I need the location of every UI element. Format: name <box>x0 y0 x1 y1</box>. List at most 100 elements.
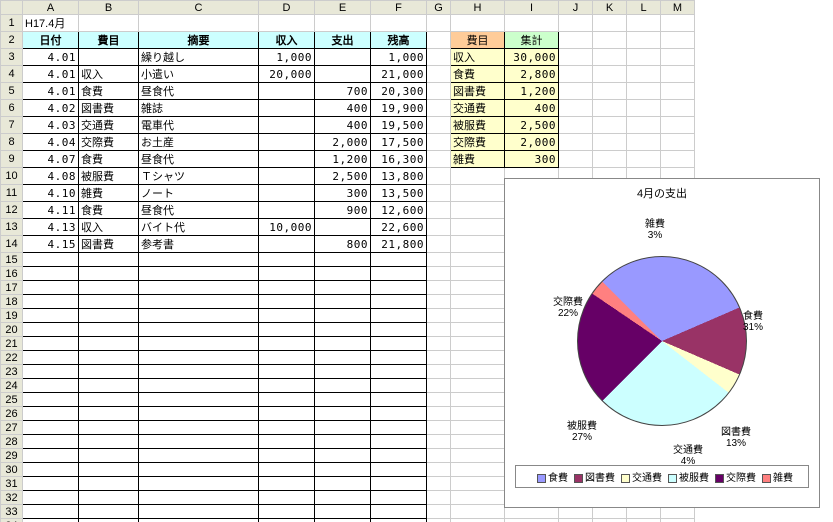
cell[interactable] <box>427 236 451 253</box>
cell[interactable] <box>505 15 559 32</box>
cell[interactable] <box>427 49 451 66</box>
cell-category[interactable]: 食費 <box>79 202 139 219</box>
cell-category[interactable]: 食費 <box>79 83 139 100</box>
cell-income[interactable] <box>259 202 315 219</box>
cell[interactable] <box>451 393 505 407</box>
cell-balance[interactable]: 19,900 <box>371 100 427 117</box>
row-header[interactable]: 20 <box>1 323 23 337</box>
cell[interactable] <box>79 337 139 351</box>
cell[interactable] <box>427 295 451 309</box>
cell[interactable] <box>23 295 79 309</box>
hdr-balance[interactable]: 残高 <box>371 32 427 49</box>
cell-date[interactable]: 4.01 <box>23 49 79 66</box>
cell-balance[interactable]: 1,000 <box>371 49 427 66</box>
cell[interactable] <box>315 463 371 477</box>
cell-category[interactable]: 収入 <box>79 66 139 83</box>
sum-cat[interactable]: 被服費 <box>451 117 505 134</box>
cell[interactable] <box>371 393 427 407</box>
cell[interactable] <box>79 449 139 463</box>
cell[interactable] <box>259 309 315 323</box>
cell-expense[interactable]: 2,000 <box>315 134 371 151</box>
cell[interactable] <box>451 477 505 491</box>
cell[interactable] <box>371 379 427 393</box>
cell[interactable] <box>371 351 427 365</box>
col-header[interactable]: K <box>593 1 627 15</box>
cell[interactable] <box>627 100 661 117</box>
cell[interactable] <box>593 66 627 83</box>
cell[interactable] <box>139 15 259 32</box>
cell[interactable] <box>371 449 427 463</box>
col-header[interactable]: I <box>505 1 559 15</box>
cell[interactable] <box>451 519 505 522</box>
cell[interactable] <box>427 449 451 463</box>
cell[interactable] <box>451 491 505 505</box>
cell[interactable] <box>427 151 451 168</box>
sum-cat[interactable]: 交通費 <box>451 100 505 117</box>
cell[interactable] <box>23 435 79 449</box>
cell[interactable] <box>451 219 505 236</box>
cell[interactable] <box>259 449 315 463</box>
cell[interactable] <box>139 323 259 337</box>
cell[interactable] <box>451 351 505 365</box>
cell[interactable] <box>427 407 451 421</box>
cell[interactable] <box>139 477 259 491</box>
cell-desc[interactable]: お土産 <box>139 134 259 151</box>
title-cell[interactable]: H17.4月 <box>23 15 79 32</box>
cell[interactable] <box>23 449 79 463</box>
cell-income[interactable]: 1,000 <box>259 49 315 66</box>
expense-pie-chart[interactable]: 4月の支出 食費31%図書費13%交通費4%被服費27%交際費22%雑費3% 食… <box>504 178 820 508</box>
cell-income[interactable] <box>259 236 315 253</box>
cell[interactable] <box>315 351 371 365</box>
cell[interactable] <box>427 168 451 185</box>
cell[interactable] <box>79 281 139 295</box>
cell[interactable] <box>23 491 79 505</box>
cell-balance[interactable]: 13,800 <box>371 168 427 185</box>
cell[interactable] <box>427 365 451 379</box>
cell-balance[interactable]: 12,600 <box>371 202 427 219</box>
cell[interactable] <box>371 477 427 491</box>
cell[interactable] <box>427 281 451 295</box>
cell[interactable] <box>559 66 593 83</box>
cell-date[interactable]: 4.08 <box>23 168 79 185</box>
cell[interactable] <box>23 253 79 267</box>
col-header[interactable]: J <box>559 1 593 15</box>
cell[interactable] <box>23 379 79 393</box>
cell-balance[interactable]: 17,500 <box>371 134 427 151</box>
row-header[interactable]: 11 <box>1 185 23 202</box>
row-header[interactable]: 33 <box>1 505 23 519</box>
cell[interactable] <box>593 117 627 134</box>
row-header[interactable]: 31 <box>1 477 23 491</box>
sum-cat[interactable]: 図書費 <box>451 83 505 100</box>
cell[interactable] <box>427 463 451 477</box>
cell[interactable] <box>315 337 371 351</box>
cell[interactable] <box>371 519 427 522</box>
cell[interactable] <box>427 323 451 337</box>
sum-hdr-val[interactable]: 集計 <box>505 32 559 49</box>
cell[interactable] <box>79 435 139 449</box>
cell[interactable] <box>559 134 593 151</box>
sum-hdr-cat[interactable]: 費目 <box>451 32 505 49</box>
cell[interactable] <box>451 202 505 219</box>
cell[interactable] <box>139 295 259 309</box>
cell[interactable] <box>139 281 259 295</box>
cell[interactable] <box>259 351 315 365</box>
cell[interactable] <box>79 323 139 337</box>
cell[interactable] <box>139 379 259 393</box>
cell-category[interactable]: 雑費 <box>79 185 139 202</box>
cell[interactable] <box>593 15 627 32</box>
hdr-expense[interactable]: 支出 <box>315 32 371 49</box>
cell[interactable] <box>139 407 259 421</box>
cell[interactable] <box>451 168 505 185</box>
cell[interactable] <box>593 519 627 522</box>
spreadsheet[interactable]: A B C D E F G H I J K L M 1H17.4月2日付費目摘要… <box>0 0 833 522</box>
cell[interactable] <box>451 267 505 281</box>
row-header[interactable]: 22 <box>1 351 23 365</box>
column-header-row[interactable]: A B C D E F G H I J K L M <box>1 1 695 15</box>
cell[interactable] <box>315 519 371 522</box>
hdr-desc[interactable]: 摘要 <box>139 32 259 49</box>
cell-income[interactable] <box>259 151 315 168</box>
row-header[interactable]: 14 <box>1 236 23 253</box>
cell-desc[interactable]: バイト代 <box>139 219 259 236</box>
cell-date[interactable]: 4.10 <box>23 185 79 202</box>
row-header[interactable]: 13 <box>1 219 23 236</box>
